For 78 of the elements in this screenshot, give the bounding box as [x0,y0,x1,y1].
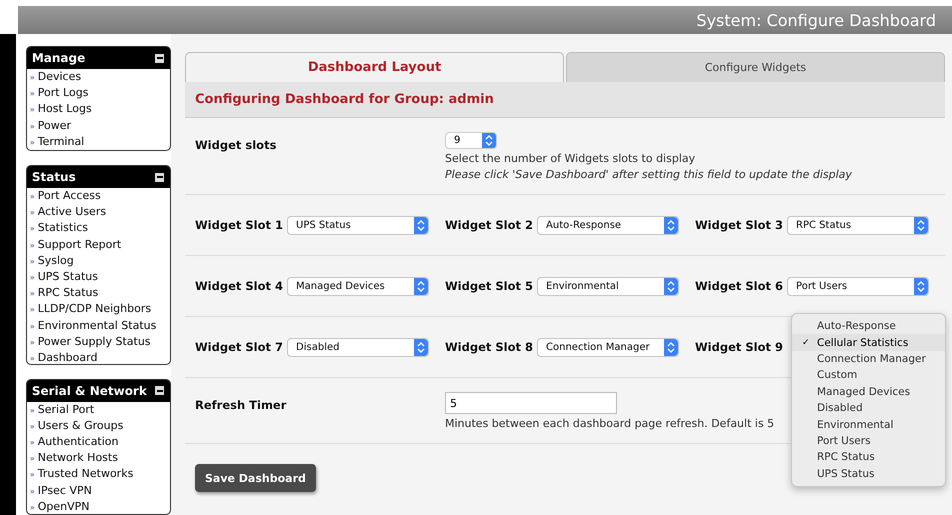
save-button[interactable]: Save Dashboard [195,464,316,492]
tab[interactable]: Configure Widgets [566,52,945,82]
input-field[interactable]: 5 [445,392,617,414]
sidebar-link[interactable]: » Power [26,118,170,134]
slot-label: Widget Slot 3 [695,218,784,232]
chevron-icon [917,220,926,230]
sidebar-link[interactable]: » Terminal [26,134,170,150]
chevron-icon [417,342,426,352]
menu-option[interactable]: Auto-Response [792,318,945,334]
slot-label: Widget Slot 4 [195,279,284,293]
sidebar-link[interactable]: » OpenVPN [26,498,170,514]
widget-select[interactable]: Auto-Response [537,216,680,234]
widget-select[interactable]: Port Users [787,276,930,296]
widget-select[interactable]: Managed Devices [287,276,430,296]
slots-select[interactable]: 9 [445,132,497,149]
section-title: Configuring Dashboard for Group: admin [195,92,494,107]
chevron-icon [667,342,676,352]
sidebar-link[interactable]: » Statistics [26,220,170,237]
slot-label: Widget Slot 9 [695,340,784,354]
sidebar-link[interactable]: » Port Access [26,188,170,204]
menu-option[interactable]: ✓ Cellular Statistics [792,334,945,351]
menu-option[interactable]: Environmental [792,416,945,433]
note-text: Please click 'Save Dashboard' after setting this field to update the display [445,168,852,181]
slot-label: Widget Slot 2 [445,218,534,232]
sidebar-link[interactable]: » Power Supply Status [26,334,170,350]
widget-select[interactable]: UPS Status [287,216,430,234]
slot-label: Widget Slot 7 [195,340,284,354]
sidebar-link[interactable]: » Environmental Status [26,318,170,334]
sidebar-link[interactable]: » Users & Groups [26,418,170,434]
slot-label: Widget Slot 1 [195,218,284,232]
sidebar-link[interactable]: » Syslog [26,252,170,270]
chevron-icon [667,280,676,292]
widget-select[interactable]: RPC Status [787,216,930,234]
tab[interactable]: Dashboard Layout [185,52,564,82]
help-text: Select the number of Widgets slots to display [445,152,696,165]
sidebar-link[interactable]: » Active Users [26,204,170,220]
collapse-icon[interactable] [155,386,164,395]
panel-title: Manage [32,51,86,65]
sidebar-link[interactable]: » Devices [26,69,170,86]
slot-label: Widget Slot 6 [695,279,784,293]
panel-title: Serial & Network [32,384,147,398]
field-label: Widget slots [195,138,276,152]
page-title: System: Configure Dashboard [696,10,936,30]
menu-option[interactable]: Port Users [792,432,945,450]
sidebar-link[interactable]: » Support Report [26,236,170,253]
sidebar-link[interactable]: » Authentication [26,434,170,450]
sidebar-link[interactable]: » RPC Status [26,285,170,302]
slot-label: Widget Slot 8 [445,340,534,354]
sidebar-link[interactable]: » Network Hosts [26,450,170,466]
menu-option[interactable]: UPS Status [792,466,945,482]
slot-label: Widget Slot 5 [445,279,534,293]
sidebar-link[interactable]: » Dashboard [26,350,170,364]
sidebar-link[interactable]: » Trusted Networks [26,466,170,483]
menu-option[interactable]: Connection Manager [792,350,945,368]
menu-option[interactable]: Disabled [792,400,945,416]
help-text: Minutes between each dashboard page refresh. Default is 5 [445,417,774,430]
chevron-icon [917,280,926,292]
panel-title: Status [32,170,76,184]
chevron-icon [417,280,426,292]
sidebar-link[interactable]: » IPsec VPN [26,482,170,499]
collapse-icon[interactable] [155,54,164,62]
check-icon: ✓ [792,338,817,348]
sidebar-link[interactable]: » Host Logs [26,101,170,118]
sidebar-link[interactable]: » UPS Status [26,269,170,286]
widget-select[interactable]: Connection Manager [537,338,680,356]
chevron-icon [417,220,426,230]
chevron-icon [667,220,676,230]
menu-option[interactable]: Custom [792,367,945,384]
widget-select[interactable]: Environmental [537,276,680,296]
sidebar-link[interactable]: » Port Logs [26,85,170,102]
menu-option[interactable]: Managed Devices [792,384,945,400]
sidebar-link[interactable]: » LLDP/CDP Neighbors [26,301,170,318]
collapse-icon[interactable] [155,172,164,182]
widget-select[interactable]: Disabled [287,338,430,356]
sidebar-link[interactable]: » Serial Port [26,402,170,418]
field-label: Refresh Timer [195,398,286,412]
chevron-icon [485,135,493,146]
menu-option[interactable]: RPC Status [792,449,945,466]
